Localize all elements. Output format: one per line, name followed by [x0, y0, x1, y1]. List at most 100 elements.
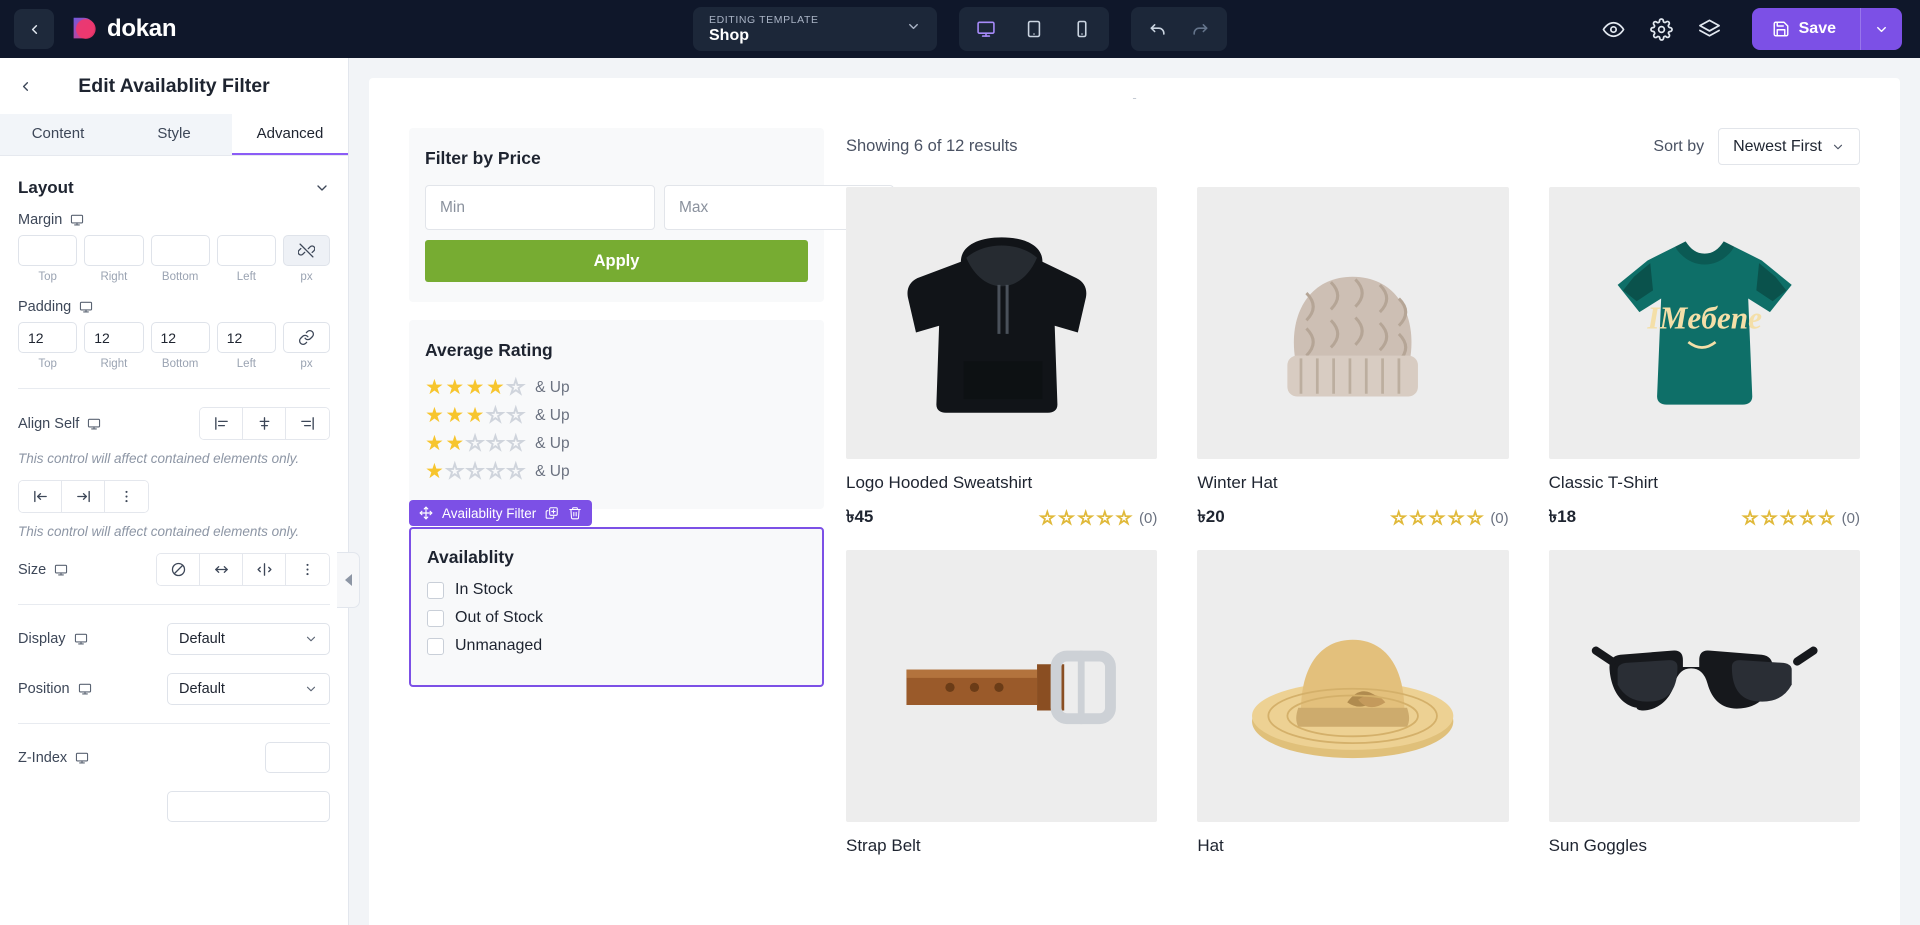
product-card[interactable]: IMeбene Classic T-Shirt ৳18 ☆ ☆ ☆ ☆ ☆ (0): [1548, 187, 1860, 532]
product-card[interactable]: Logo Hooded Sweatshirt ৳45 ☆ ☆ ☆ ☆ ☆ (0): [846, 187, 1158, 532]
justify-end-button[interactable]: [62, 481, 105, 512]
product-image[interactable]: [846, 550, 1158, 822]
undo-button[interactable]: [1137, 12, 1179, 46]
product-name[interactable]: Strap Belt: [846, 836, 1157, 856]
margin-left-input[interactable]: [216, 235, 276, 266]
margin-right-input[interactable]: [84, 235, 144, 266]
checkbox-icon[interactable]: [427, 609, 444, 627]
device-mobile-button[interactable]: [1061, 12, 1103, 46]
availability-filter-widget[interactable]: Availablity In Stock Out of Stock Unmanage…: [409, 527, 824, 687]
checkbox-icon[interactable]: [427, 581, 444, 599]
padding-right-input[interactable]: [84, 322, 144, 353]
availability-option[interactable]: Unmanaged: [427, 637, 806, 655]
justify-start-button[interactable]: [19, 481, 62, 512]
price-apply-button[interactable]: Apply: [425, 240, 808, 282]
chevron-down-icon: [317, 185, 327, 191]
star-empty-icon: ☆: [1760, 508, 1778, 528]
display-select[interactable]: Default: [167, 623, 330, 655]
product-image[interactable]: [846, 187, 1158, 459]
exit-editor-button[interactable]: [14, 9, 54, 49]
desktop-icon[interactable]: [78, 682, 92, 696]
product-card[interactable]: Strap Belt: [846, 550, 1158, 856]
sort-select[interactable]: Newest First: [1718, 128, 1860, 165]
size-shrink-button[interactable]: [243, 554, 286, 585]
product-name[interactable]: Winter Hat: [1197, 473, 1508, 493]
z-index-input[interactable]: [265, 742, 330, 773]
padding-link-toggle[interactable]: [283, 322, 330, 353]
rating-filter-row[interactable]: ★ ★ ☆ ☆ ☆ & Up: [425, 432, 808, 454]
brand-name: dokan: [107, 15, 177, 42]
star-filled-icon: ★: [445, 404, 465, 427]
rating-filter-row[interactable]: ★ ★ ★ ★ ☆ & Up: [425, 376, 808, 399]
availability-option[interactable]: Out of Stock: [427, 609, 806, 627]
tab-content[interactable]: Content: [0, 114, 116, 155]
size-none-button[interactable]: [157, 554, 200, 585]
duplicate-icon[interactable]: [545, 506, 559, 520]
margin-bottom-input[interactable]: [150, 235, 210, 266]
trash-icon[interactable]: [568, 506, 582, 520]
desktop-icon[interactable]: [79, 300, 93, 314]
star-empty-icon: ☆: [1077, 508, 1094, 528]
rating-filter-row[interactable]: ★ ☆ ☆ ☆ ☆ & Up: [425, 460, 808, 482]
margin-top-input[interactable]: [18, 235, 78, 266]
product-image[interactable]: [1197, 187, 1509, 459]
align-start-button[interactable]: [200, 408, 243, 439]
product-name[interactable]: Logo Hooded Sweatshirt: [846, 473, 1157, 493]
next-control-input[interactable]: [167, 791, 330, 822]
product-card[interactable]: Hat: [1197, 550, 1509, 856]
product-image[interactable]: [1548, 550, 1860, 822]
product-meta: ৳20 ☆ ☆ ☆ ☆ ☆ (0): [1197, 504, 1508, 532]
position-value: Default: [179, 681, 225, 697]
collapse-left-icon: [344, 574, 352, 586]
product-image[interactable]: IMeбene: [1548, 187, 1860, 459]
device-desktop-button[interactable]: [965, 12, 1007, 46]
desktop-icon[interactable]: [75, 751, 89, 765]
justify-more-button[interactable]: [105, 481, 148, 512]
shrink-icon: [256, 563, 272, 576]
sidebar-collapse-handle[interactable]: [337, 552, 360, 608]
price-min-input[interactable]: [425, 185, 655, 230]
desktop-icon[interactable]: [54, 563, 68, 577]
star-empty-icon: ☆: [485, 404, 505, 427]
redo-button[interactable]: [1179, 12, 1221, 46]
margin-link-toggle[interactable]: [283, 235, 330, 266]
product-name[interactable]: Hat: [1197, 836, 1508, 856]
padding-left-input[interactable]: [216, 322, 276, 353]
star-empty-icon: ☆: [506, 376, 526, 399]
sidebar-back-button[interactable]: [18, 79, 33, 94]
product-card[interactable]: Winter Hat ৳20 ☆ ☆ ☆ ☆ ☆ (0): [1197, 187, 1509, 532]
checkbox-icon[interactable]: [427, 637, 444, 655]
padding-top-input[interactable]: [18, 322, 78, 353]
availability-widget-wrapper: Availablity Filter Availablity In Stock O…: [409, 500, 824, 687]
chevron-left-icon: [31, 24, 37, 34]
desktop-icon[interactable]: [87, 417, 101, 431]
desktop-icon[interactable]: [70, 213, 84, 227]
position-select[interactable]: Default: [167, 673, 330, 705]
padding-bottom-input[interactable]: [150, 322, 210, 353]
align-center-button[interactable]: [243, 408, 286, 439]
preview-button[interactable]: [1594, 9, 1634, 49]
product-card[interactable]: Sun Goggles: [1548, 550, 1860, 856]
section-layout-header[interactable]: Layout: [18, 156, 330, 212]
product-image[interactable]: [1197, 550, 1509, 822]
tab-style[interactable]: Style: [116, 114, 232, 155]
rating-filter-row[interactable]: ★ ★ ★ ☆ ☆ & Up: [425, 404, 808, 427]
template-selector[interactable]: EDITING TEMPLATE Shop: [693, 7, 937, 51]
z-index-row: Z-Index: [18, 742, 330, 773]
desktop-icon[interactable]: [74, 632, 88, 646]
product-name[interactable]: Sun Goggles: [1549, 836, 1860, 856]
device-tablet-button[interactable]: [1013, 12, 1055, 46]
settings-button[interactable]: [1642, 9, 1682, 49]
save-button[interactable]: Save: [1752, 8, 1860, 50]
size-grow-button[interactable]: [200, 554, 243, 585]
product-name[interactable]: Classic T-Shirt: [1549, 473, 1860, 493]
size-more-button[interactable]: [286, 554, 329, 585]
eye-icon: [1602, 21, 1625, 37]
save-options-button[interactable]: [1860, 8, 1902, 50]
move-handle-icon[interactable]: [419, 506, 433, 520]
size-row: Size: [18, 553, 330, 586]
tab-advanced[interactable]: Advanced: [232, 114, 348, 155]
align-end-button[interactable]: [286, 408, 329, 439]
availability-option[interactable]: In Stock: [427, 581, 806, 599]
layers-button[interactable]: [1690, 9, 1730, 49]
